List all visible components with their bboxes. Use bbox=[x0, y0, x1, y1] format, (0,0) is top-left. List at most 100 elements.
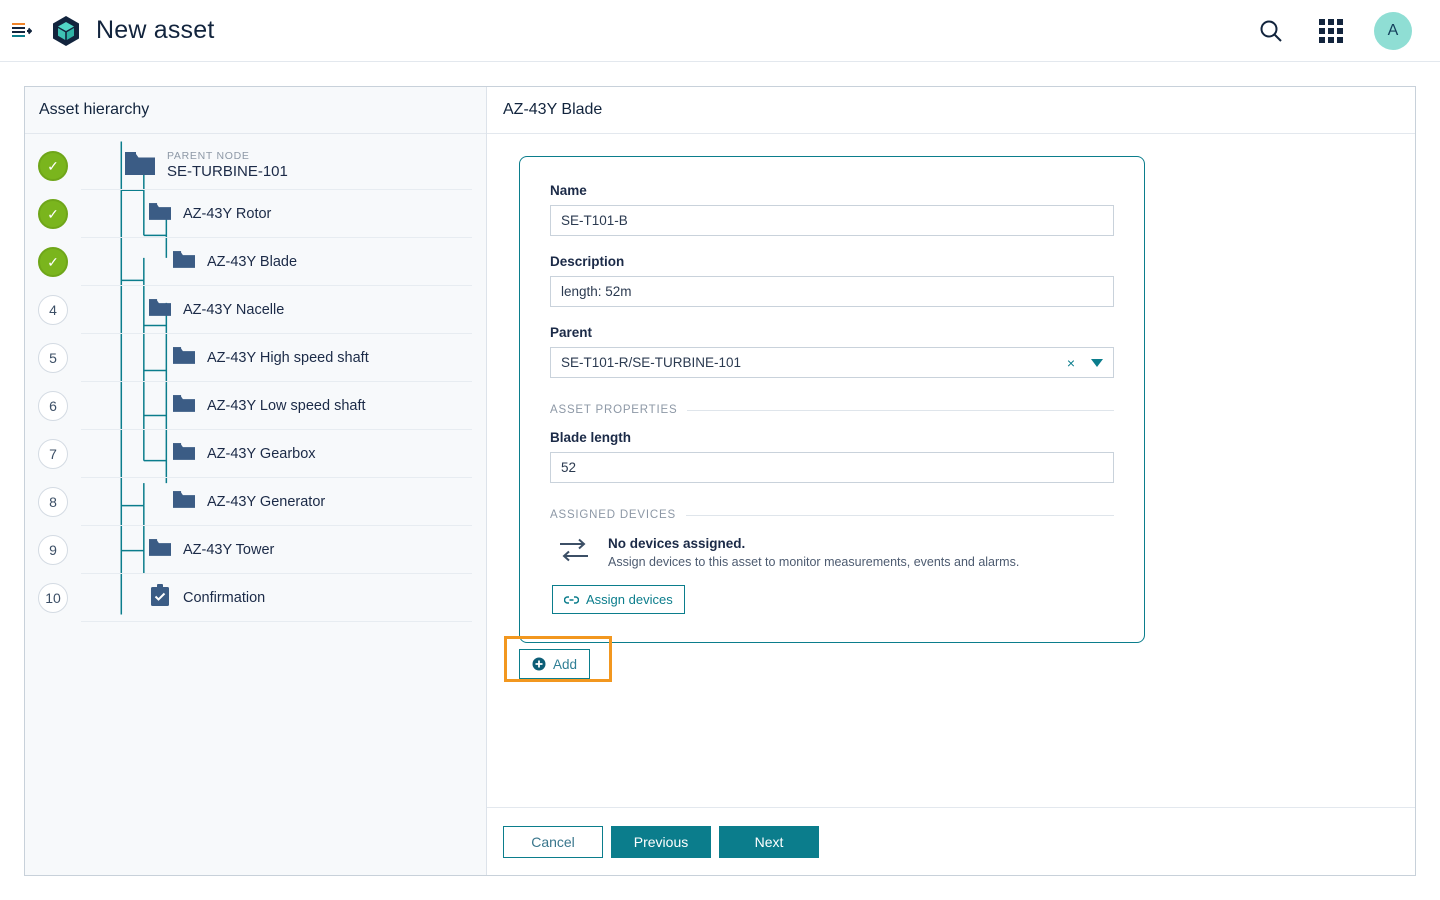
asset-form-card: Name SE-T101-B Description length: 52m P… bbox=[519, 156, 1145, 643]
tree-item-label: SE-TURBINE-101 bbox=[167, 162, 288, 180]
tree-row-body: AZ-43Y Nacelle bbox=[81, 286, 472, 334]
tree-row[interactable]: ✓ PARENT NODE SE-TURBINE-101 bbox=[25, 142, 486, 190]
form-title: AZ-43Y Blade bbox=[487, 87, 1415, 134]
folder-icon bbox=[149, 202, 171, 225]
folder-icon bbox=[173, 490, 195, 513]
parent-selected-value: SE-T101-R/SE-TURBINE-101 bbox=[561, 355, 742, 370]
previous-button[interactable]: Previous bbox=[611, 825, 711, 858]
tree-item-label: AZ-43Y Blade bbox=[207, 253, 298, 270]
page-body: Asset hierarchy ✓ PARENT NODE SE-TURBINE… bbox=[0, 62, 1440, 900]
blade-length-label: Blade length bbox=[550, 430, 632, 445]
step-complete-badge: ✓ bbox=[38, 151, 68, 181]
description-label: Description bbox=[550, 254, 625, 269]
tree-parent-label: PARENT NODE SE-TURBINE-101 bbox=[167, 150, 288, 180]
tree-row[interactable]: 5 AZ-43Y High speed shaft bbox=[25, 334, 486, 382]
parent-field-group: Parent SE-T101-R/SE-TURBINE-101 × bbox=[550, 325, 1114, 378]
tree-item-label: AZ-43Y Generator bbox=[207, 493, 326, 510]
tree-row[interactable]: 9 AZ-43Y Tower bbox=[25, 526, 486, 574]
tree-step-badge-col: 6 bbox=[25, 391, 81, 421]
tree-row-body: AZ-43Y High speed shaft bbox=[81, 334, 472, 382]
tree-step-badge-col: ✓ bbox=[25, 199, 81, 229]
asset-properties-title: ASSET PROPERTIES bbox=[550, 404, 678, 416]
assigned-devices-section-header: ASSIGNED DEVICES bbox=[550, 509, 1114, 521]
description-input[interactable]: length: 52m bbox=[550, 276, 1114, 307]
no-devices-title: No devices assigned. bbox=[608, 536, 746, 551]
add-button[interactable]: Add bbox=[519, 649, 591, 679]
no-devices-texts: No devices assigned. Assign devices to t… bbox=[608, 535, 1019, 569]
tree-row[interactable]: ✓ AZ-43Y Blade bbox=[25, 238, 486, 286]
tree-item-label: AZ-43Y Low speed shaft bbox=[207, 397, 366, 414]
asset-hierarchy-pane: Asset hierarchy ✓ PARENT NODE SE-TURBINE… bbox=[25, 87, 487, 875]
tree-row[interactable]: 7 AZ-43Y Gearbox bbox=[25, 430, 486, 478]
tree-row-body: PARENT NODE SE-TURBINE-101 bbox=[81, 142, 472, 190]
step-number-badge: 10 bbox=[38, 583, 68, 613]
form-scroll-area: Name SE-T101-B Description length: 52m P… bbox=[487, 134, 1415, 807]
wizard-panel: Asset hierarchy ✓ PARENT NODE SE-TURBINE… bbox=[24, 86, 1416, 876]
tree-row-body: AZ-43Y Generator bbox=[81, 478, 472, 526]
blade-length-input[interactable]: 52 bbox=[550, 452, 1114, 483]
name-label: Name bbox=[550, 183, 587, 198]
wizard-footer: Cancel Previous Next bbox=[487, 807, 1415, 875]
chevron-down-icon[interactable] bbox=[1091, 358, 1103, 367]
search-icon[interactable] bbox=[1254, 14, 1288, 48]
tree-step-badge-col: ✓ bbox=[25, 151, 81, 181]
avatar[interactable]: A bbox=[1374, 11, 1412, 50]
next-button[interactable]: Next bbox=[719, 825, 819, 858]
tree-item-label: AZ-43Y Nacelle bbox=[183, 301, 285, 318]
folder-icon bbox=[173, 346, 195, 369]
assign-devices-button[interactable]: Assign devices bbox=[552, 585, 685, 614]
clipboard-check-icon bbox=[149, 583, 171, 612]
parent-node-kicker: PARENT NODE bbox=[167, 150, 250, 163]
tree-item-label: AZ-43Y Rotor bbox=[183, 205, 272, 222]
tree-step-badge-col: 4 bbox=[25, 295, 81, 325]
name-input[interactable]: SE-T101-B bbox=[550, 205, 1114, 236]
add-button-area: Add bbox=[504, 636, 627, 682]
assigned-devices-title: ASSIGNED DEVICES bbox=[550, 509, 676, 521]
tree-item-label: AZ-43Y Gearbox bbox=[207, 445, 316, 462]
tree-row-body: AZ-43Y Tower bbox=[81, 526, 472, 574]
tree-row[interactable]: 8 AZ-43Y Generator bbox=[25, 478, 486, 526]
step-number-badge: 9 bbox=[38, 535, 68, 565]
folder-icon bbox=[173, 442, 195, 465]
asset-form-pane: AZ-43Y Blade Name SE-T101-B Description … bbox=[487, 87, 1415, 875]
tree-item-label: AZ-43Y High speed shaft bbox=[207, 349, 369, 366]
step-number-badge: 5 bbox=[38, 343, 68, 373]
folder-icon bbox=[149, 538, 171, 561]
tree-row-body: AZ-43Y Rotor bbox=[81, 190, 472, 238]
step-number-badge: 4 bbox=[38, 295, 68, 325]
name-field-group: Name SE-T101-B bbox=[550, 183, 1114, 236]
no-devices-subtitle: Assign devices to this asset to monitor … bbox=[608, 555, 1020, 569]
top-navigation-bar: New asset A bbox=[0, 0, 1440, 62]
tree-row[interactable]: 4 AZ-43Y Nacelle bbox=[25, 286, 486, 334]
folder-icon bbox=[149, 298, 171, 321]
tree-row[interactable]: 10 Confirmation bbox=[25, 574, 486, 622]
asset-hierarchy-tree: ✓ PARENT NODE SE-TURBINE-101 ✓ AZ-43Y Rotor ✓… bbox=[25, 134, 486, 622]
cube-icon bbox=[50, 15, 82, 47]
step-number-badge: 7 bbox=[38, 439, 68, 469]
step-number-badge: 8 bbox=[38, 487, 68, 517]
tree-row-body: AZ-43Y Gearbox bbox=[81, 430, 472, 478]
parent-select[interactable]: SE-T101-R/SE-TURBINE-101 × bbox=[550, 347, 1114, 378]
asset-properties-section-header: ASSET PROPERTIES bbox=[550, 404, 1114, 416]
tree-row[interactable]: 6 AZ-43Y Low speed shaft bbox=[25, 382, 486, 430]
list-toggle-icon[interactable] bbox=[8, 17, 36, 45]
folder-icon bbox=[173, 394, 195, 417]
arrows-exchange-icon bbox=[560, 538, 588, 562]
divider bbox=[685, 514, 1114, 516]
plus-circle-icon bbox=[532, 657, 546, 671]
app-grid-icon[interactable] bbox=[1314, 14, 1348, 48]
top-bar-actions: A bbox=[1254, 11, 1440, 50]
tree-row[interactable]: ✓ AZ-43Y Rotor bbox=[25, 190, 486, 238]
divider bbox=[687, 409, 1114, 411]
tree-row-body: Confirmation bbox=[81, 574, 472, 622]
step-complete-badge: ✓ bbox=[38, 199, 68, 229]
tree-step-badge-col: ✓ bbox=[25, 247, 81, 277]
add-button-label: Add bbox=[553, 656, 578, 672]
parent-select-actions: × bbox=[1067, 355, 1103, 371]
assign-devices-button-wrap: Assign devices bbox=[550, 585, 1114, 614]
parent-label: Parent bbox=[550, 325, 593, 340]
tree-step-badge-col: 10 bbox=[25, 583, 81, 613]
clear-icon[interactable]: × bbox=[1067, 355, 1075, 371]
cancel-button[interactable]: Cancel bbox=[503, 825, 603, 858]
description-field-group: Description length: 52m bbox=[550, 254, 1114, 307]
